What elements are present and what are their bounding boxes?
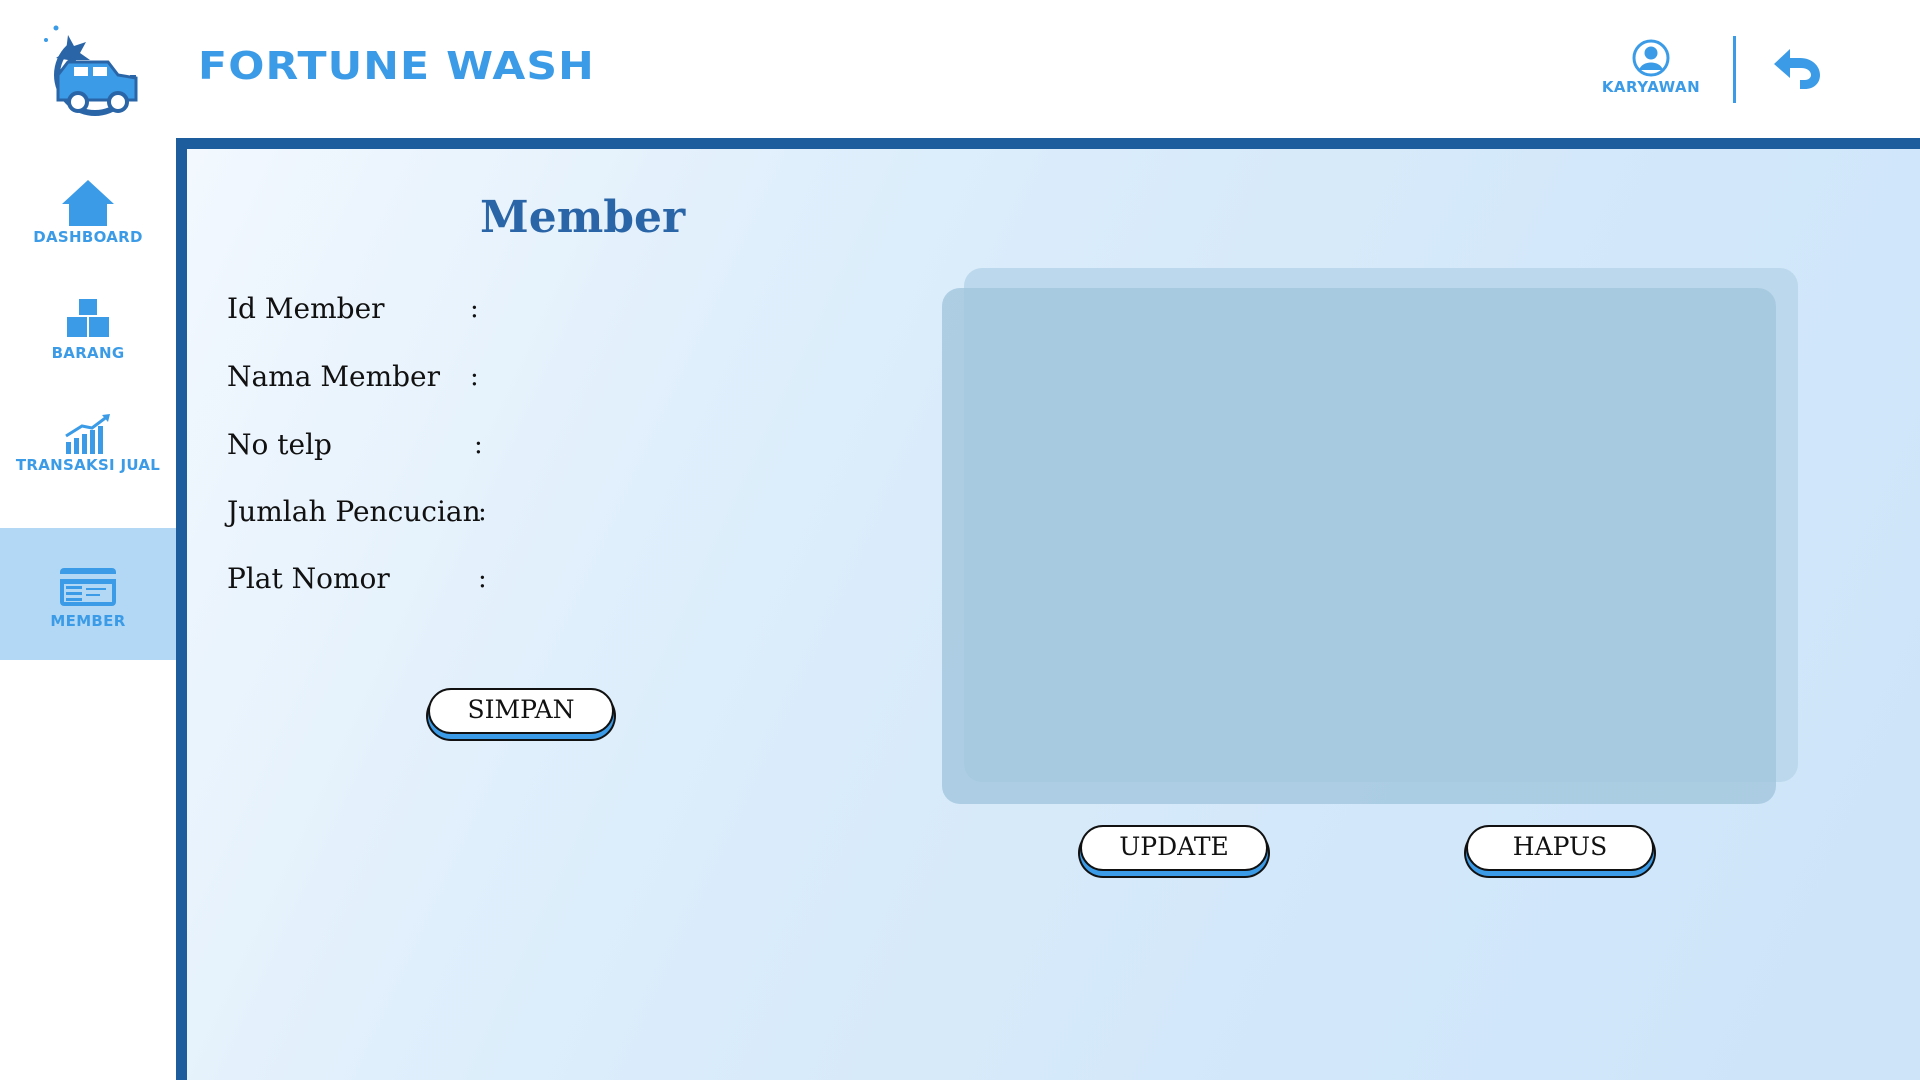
field-label-id-member: Id Member: [227, 292, 385, 325]
user-circle-icon: [1631, 38, 1671, 78]
growth-chart-icon: [62, 412, 114, 456]
user-account-button[interactable]: KARYAWAN: [1586, 38, 1716, 96]
header-divider: [1733, 36, 1736, 103]
user-role-label: KARYAWAN: [1601, 78, 1701, 96]
brand-title: FORTUNE WASH: [198, 44, 595, 88]
delete-button[interactable]: HAPUS: [1466, 825, 1654, 871]
car-wash-logo-icon: [38, 20, 148, 120]
field-label-nama-member: Nama Member: [227, 360, 441, 393]
field-separator: :: [470, 362, 479, 392]
page-title: Member: [480, 192, 686, 243]
save-button[interactable]: SIMPAN: [428, 688, 614, 734]
field-label-no-telp: No telp: [227, 428, 332, 461]
update-button[interactable]: UPDATE: [1080, 825, 1268, 871]
field-separator: :: [474, 430, 483, 460]
field-label-jumlah-pencucian: Jumlah Pencucian: [227, 495, 481, 528]
field-label-plat-nomor: Plat Nomor: [227, 562, 390, 595]
sidebar-item-label: BARANG: [51, 344, 125, 362]
field-separator: :: [470, 294, 479, 324]
sidebar-item-label: TRANSAKSI JUAL: [15, 456, 161, 474]
sidebar-item-barang[interactable]: BARANG: [0, 272, 176, 404]
sidebar-item-dashboard[interactable]: DASHBOARD: [0, 140, 176, 272]
sidebar-item-label: DASHBOARD: [33, 228, 143, 246]
boxes-icon: [62, 296, 114, 340]
undo-arrow-icon: [1774, 49, 1820, 89]
sidebar: DASHBOARD BARANG TRANSAKSI JUAL MEMBER: [0, 140, 176, 1080]
sidebar-item-transaksi-jual[interactable]: TRANSAKSI JUAL: [0, 404, 176, 536]
field-separator: :: [478, 497, 487, 527]
sidebar-item-label: MEMBER: [50, 612, 126, 630]
back-button[interactable]: [1770, 44, 1822, 90]
member-table[interactable]: [942, 268, 1798, 804]
member-card-icon: [58, 566, 118, 608]
home-icon: [60, 178, 116, 228]
sidebar-item-member[interactable]: MEMBER: [0, 528, 176, 660]
field-separator: :: [478, 564, 487, 594]
